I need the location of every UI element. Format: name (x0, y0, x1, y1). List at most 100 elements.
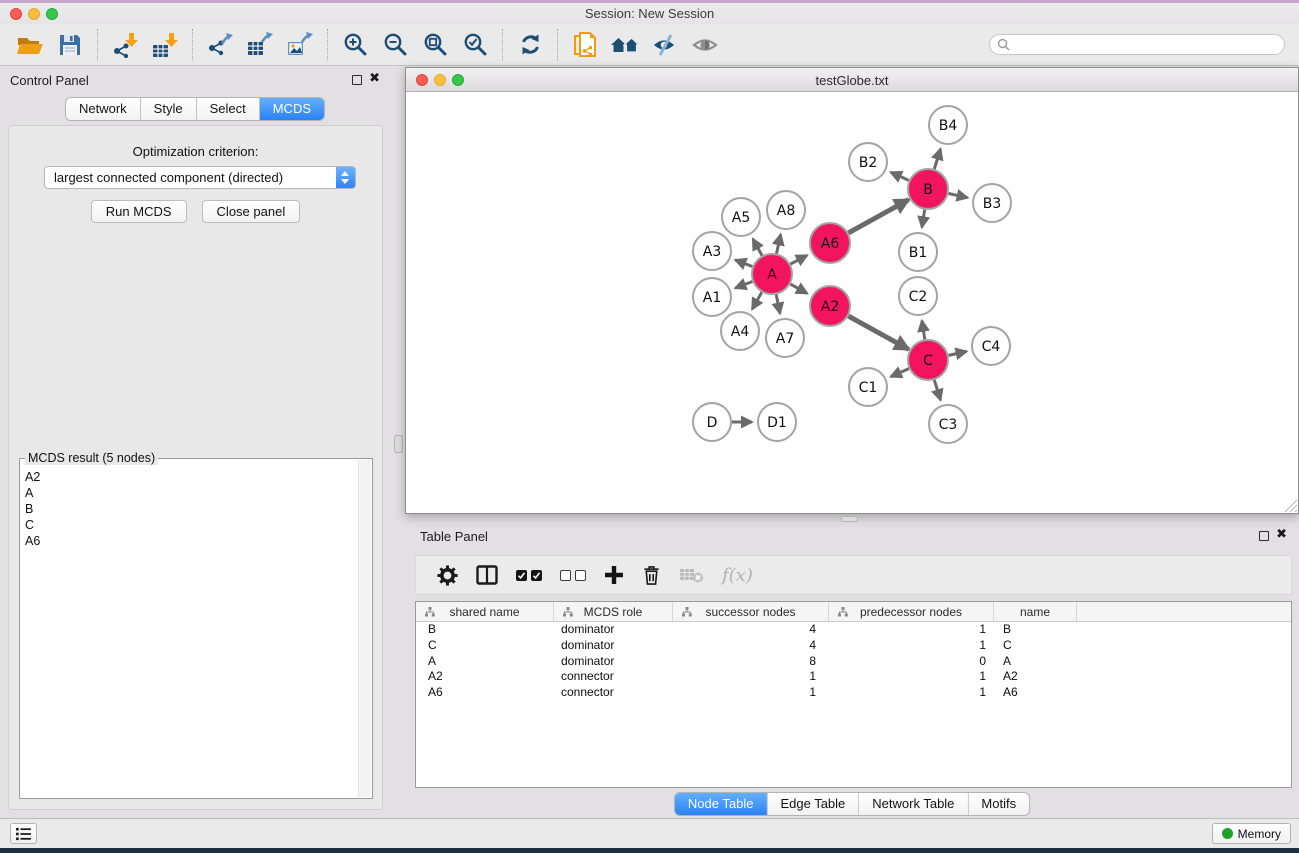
zoom-in-button[interactable] (339, 29, 371, 61)
result-item[interactable]: C (25, 517, 356, 533)
graph-edge-C-C2[interactable] (922, 321, 925, 340)
zoom-selected-icon (463, 32, 488, 57)
save-session-button[interactable] (54, 29, 86, 61)
graph-node-label: A (767, 267, 777, 283)
first-neighbors-button[interactable] (609, 29, 641, 61)
mcds-panel: Optimization criterion: largest connecte… (8, 125, 383, 810)
graph-edge-A-A5[interactable] (753, 239, 762, 256)
new-network-from-selection-button[interactable] (569, 29, 601, 61)
search-input[interactable] (1014, 38, 1277, 52)
table-row[interactable]: Bdominator41B (416, 622, 1291, 638)
graph-edge-B-B1[interactable] (922, 210, 925, 228)
deselect-all-button[interactable] (560, 559, 586, 591)
tab-style[interactable]: Style (141, 98, 197, 120)
horizontal-divider-grip[interactable] (841, 516, 858, 522)
eye-icon (692, 34, 718, 56)
table-tab-motifs[interactable]: Motifs (968, 793, 1029, 815)
graph-edge-A-A1[interactable] (735, 282, 752, 289)
control-panel-tabs: NetworkStyleSelectMCDS (66, 98, 324, 120)
graph-edge-B-B2[interactable] (891, 172, 909, 180)
refresh-button[interactable] (514, 29, 546, 61)
table-row[interactable]: A6connector11A6 (416, 685, 1291, 701)
graph-edge-A-A6[interactable] (791, 255, 808, 264)
network-canvas[interactable]: B4B2BB3A5A8A6B1A3AA1C2A2A4A7C4CC1C3DD1 (406, 93, 1298, 513)
tab-mcds[interactable]: MCDS (260, 98, 324, 120)
criterion-dropdown[interactable]: largest connected component (directed) (44, 166, 356, 189)
float-table-panel-icon[interactable] (1259, 531, 1269, 541)
table-row[interactable]: A2connector11A2 (416, 669, 1291, 685)
tab-select[interactable]: Select (197, 98, 260, 120)
add-row-button[interactable] (604, 559, 624, 591)
zoom-selected-button[interactable] (459, 29, 491, 61)
graph-edge-A2-C[interactable] (848, 316, 908, 349)
select-all-button[interactable] (516, 559, 542, 591)
export-network-button[interactable] (204, 29, 236, 61)
import-table-button[interactable] (149, 29, 181, 61)
graph-edge-B-B3[interactable] (949, 194, 968, 198)
column-type-icon (425, 607, 435, 617)
column-settings-button[interactable] (437, 559, 458, 591)
tab-network[interactable]: Network (66, 98, 141, 120)
table-header-row: shared nameMCDS rolesuccessor nodesprede… (416, 602, 1291, 622)
result-scrollbar[interactable] (358, 460, 371, 797)
checked-checkbox-icon (531, 570, 542, 581)
graph-edge-B-B4[interactable] (934, 149, 940, 169)
column-header-MCDS-role[interactable]: MCDS role (554, 602, 673, 621)
app-title: Session: New Session (0, 6, 1299, 21)
zoom-out-button[interactable] (379, 29, 411, 61)
node-table[interactable]: shared nameMCDS rolesuccessor nodesprede… (415, 601, 1292, 788)
float-panel-icon[interactable] (352, 75, 362, 85)
graph-node-label: A8 (777, 203, 795, 219)
column-header-name[interactable]: name (994, 602, 1077, 621)
result-item[interactable]: A6 (25, 533, 356, 549)
table-tab-network-table[interactable]: Network Table (859, 793, 968, 815)
graph-edge-A-A8[interactable] (777, 234, 781, 253)
graph-edge-A6-B[interactable] (848, 200, 908, 233)
memory-button[interactable]: Memory (1212, 823, 1291, 844)
column-header-predecessor-nodes[interactable]: predecessor nodes (829, 602, 994, 621)
table-row[interactable]: Cdominator41C (416, 638, 1291, 654)
graph-edge-A-A3[interactable] (735, 260, 752, 267)
table-cell: 1 (829, 685, 994, 701)
column-header-successor-nodes[interactable]: successor nodes (673, 602, 829, 621)
export-table-button[interactable] (244, 29, 276, 61)
table-tab-node-table[interactable]: Node Table (675, 793, 768, 815)
close-panel-button[interactable]: Close panel (202, 200, 301, 223)
plus-icon (604, 565, 624, 585)
column-header-shared-name[interactable]: shared name (416, 602, 554, 621)
result-item[interactable]: B (25, 501, 356, 517)
import-network-button[interactable] (109, 29, 141, 61)
graph-node-label: A3 (703, 244, 721, 260)
result-item[interactable]: A (25, 485, 356, 501)
show-all-button[interactable] (689, 29, 721, 61)
mcds-result-list: A2ABCA6 (25, 469, 356, 794)
hide-selection-button[interactable] (649, 29, 681, 61)
column-selector-button[interactable] (476, 559, 498, 591)
graph-node-label: C1 (859, 380, 878, 396)
graph-node-label: A1 (703, 290, 721, 306)
table-tab-edge-table[interactable]: Edge Table (767, 793, 859, 815)
graph-edge-C-C3[interactable] (934, 380, 940, 400)
close-panel-icon[interactable]: ✖ (369, 70, 380, 86)
graph-edge-A-A7[interactable] (776, 295, 780, 314)
graph-edge-A-A4[interactable] (752, 292, 762, 309)
result-item[interactable]: A2 (25, 469, 356, 485)
export-image-button[interactable] (284, 29, 316, 61)
table-row[interactable]: Adominator80A (416, 654, 1291, 670)
task-history-button[interactable] (10, 823, 37, 844)
table-cell: 1 (829, 622, 994, 638)
close-table-panel-icon[interactable]: ✖ (1276, 526, 1287, 542)
open-session-button[interactable] (14, 29, 46, 61)
delete-row-button[interactable] (642, 559, 661, 591)
zoom-fit-button[interactable] (419, 29, 451, 61)
graph-edge-A-A2[interactable] (790, 284, 807, 293)
graph-edge-C-C4[interactable] (949, 351, 967, 355)
checked-checkbox-icon (516, 570, 527, 581)
panel-divider-grip[interactable] (394, 435, 403, 453)
table-cell: A2 (994, 669, 1077, 685)
search-field[interactable] (989, 34, 1285, 55)
graph-edge-C-C1[interactable] (891, 369, 909, 377)
run-mcds-button[interactable]: Run MCDS (91, 200, 187, 223)
function-builder-button[interactable]: f(x) (722, 559, 753, 591)
delete-table-button[interactable] (679, 559, 704, 591)
